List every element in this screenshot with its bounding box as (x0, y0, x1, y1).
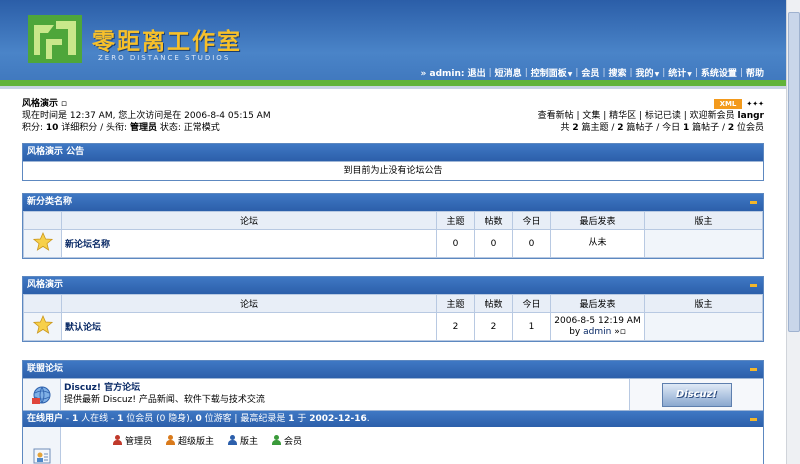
column-header (23, 211, 62, 230)
column-header: 今日 (512, 294, 551, 313)
alliance-icon-cell (23, 379, 61, 410)
alliance-title: 联盟论坛 (23, 361, 763, 378)
board-stats-text: 共 2 篇主题 / 2 篇帖子 / 今日 1 篇帖子 / 2 位会员 (560, 123, 764, 133)
alliance-box: 联盟论坛 Discuz! 官方论坛 提供最新 Discuz! 产品新闻、软件下载… (22, 360, 764, 464)
header-gray-stripe (0, 86, 800, 89)
column-header: 版主 (644, 294, 763, 313)
top-navigation: » admin: 退出 | 短消息 | 控制面板▼ | 会员 | 搜索 | 我的▼ | 统计… (420, 66, 764, 80)
forum-moderator (644, 229, 763, 258)
admin-user-icon (113, 435, 122, 445)
caret-down-icon: ▼ (687, 71, 692, 78)
stars-icon: ✦✦✦ (746, 100, 764, 108)
nav-control-panel[interactable]: 控制面板▼ (531, 66, 573, 79)
forum-topics: 0 (436, 229, 475, 258)
alliance-forum-link[interactable]: Discuz! 官方论坛 (64, 382, 626, 394)
column-header: 最后发表 (550, 294, 645, 313)
site-header: 零距离工作室 ZERO DISTANCE STUDIOS » admin: 退出… (0, 0, 800, 88)
forum-name-link[interactable]: 新论坛名称 (61, 229, 437, 258)
logo-english-subtitle: ZERO DISTANCE STUDIOS (98, 54, 231, 62)
alliance-row: Discuz! 官方论坛 提供最新 Discuz! 产品新闻、软件下载与技术交流… (23, 378, 763, 410)
logo-chinese-title: 零距离工作室 (92, 29, 242, 55)
super-moderator-user-icon (166, 435, 176, 445)
nav-settings[interactable]: 系统设置 (701, 66, 737, 79)
column-header: 最后发表 (550, 211, 645, 230)
legend-super-moderator: 超级版主 (166, 434, 214, 447)
last-post-user[interactable]: admin (583, 327, 611, 337)
legend-member: 会员 (272, 434, 302, 447)
nav-help[interactable]: 帮助 (746, 66, 764, 79)
last-post-time[interactable]: 2006-8-5 12:19 AM (551, 316, 644, 327)
forum-status-cell (23, 312, 62, 341)
alliance-logo-cell: Discuz! (629, 379, 763, 410)
moderator-user-icon (228, 435, 238, 445)
column-header: 论坛 (61, 294, 437, 313)
forum-name-link[interactable]: 默认论坛 (61, 312, 437, 341)
user-status-text: 积分: 10 详细积分 / 头衔: 管理员 状态: 正常模式 (22, 123, 220, 133)
column-header: 帖数 (474, 294, 513, 313)
forum-topics: 2 (436, 312, 475, 341)
column-header: 版主 (644, 211, 763, 230)
caret-down-icon: ▼ (567, 71, 573, 78)
forum-last-post: 2006-8-5 12:19 AM by admin »▫ (550, 312, 645, 341)
legend-moderator: 版主 (228, 434, 258, 447)
forum-today: 0 (512, 229, 551, 258)
forum-today: 1 (512, 312, 551, 341)
user-group-legend: 管理员 超级版主 版主 会员 (61, 427, 302, 447)
discuz-logo[interactable]: Discuz! (661, 382, 732, 407)
logo-mark-icon (28, 15, 82, 63)
online-users-icon (33, 448, 50, 464)
column-header: 帖数 (474, 211, 513, 230)
vertical-scrollbar[interactable] (786, 0, 800, 464)
caret-down-icon: ▼ (654, 71, 660, 78)
star-icon (32, 232, 53, 251)
alliance-text: Discuz! 官方论坛 提供最新 Discuz! 产品新闻、软件下载与技术交流 (61, 379, 629, 410)
online-users-header: 在线用户 - 1 人在线 - 1 位会员 (0 隐身), 0 位游客 | 最高纪… (23, 410, 763, 427)
column-header: 论坛 (61, 211, 437, 230)
category-style-demo: 风格演示 论坛 主题 帖数 今日 最后发表 版主 默认论坛 2 2 1 2006… (22, 276, 764, 342)
collapse-icon[interactable] (750, 418, 757, 421)
forum-moderator (644, 312, 763, 341)
info-area: 风格演示 ▫ XML ✦✦✦ 现在时间是 12:37 AM, 您上次访问是在 20… (22, 98, 764, 134)
star-icon (32, 315, 53, 334)
quick-links[interactable]: 查看新帖 | 文集 | 精华区 | 标记已读 | 欢迎新会员 (538, 111, 735, 121)
forum-posts: 2 (474, 312, 513, 341)
category-new: 新分类名称 论坛 主题 帖数 今日 最后发表 版主 新论坛名称 0 0 0 从未 (22, 193, 764, 259)
online-users-body: 管理员 超级版主 版主 会员 (23, 427, 763, 464)
go-to-post-icon[interactable]: »▫ (614, 327, 626, 337)
collapse-icon[interactable] (750, 368, 757, 371)
visit-time-text: 现在时间是 12:37 AM, 您上次访问是在 2006-8-4 05:15 A… (22, 111, 271, 121)
announcement-box: 风格演示 公告 到目前为止没有论坛公告 (22, 143, 764, 181)
column-header: 主题 (436, 211, 475, 230)
alliance-description: 提供最新 Discuz! 产品新闻、软件下载与技术交流 (64, 395, 265, 405)
forum-last-post: 从未 (550, 229, 645, 258)
online-icon-cell (23, 427, 61, 464)
legend-admin: 管理员 (113, 434, 152, 447)
globe-link-icon (31, 386, 50, 404)
column-header: 主题 (436, 294, 475, 313)
nav-logout[interactable]: » admin: 退出 (421, 66, 486, 79)
table-row: 新论坛名称 0 0 0 从未 (23, 229, 763, 258)
nav-search[interactable]: 搜索 (608, 66, 626, 79)
xml-feed-button[interactable]: XML (713, 98, 743, 109)
nav-stats[interactable]: 统计▼ (668, 66, 692, 79)
collapse-icon[interactable] (750, 201, 757, 204)
announcement-title: 风格演示 公告 (23, 144, 763, 161)
column-header (23, 294, 62, 313)
category-title: 新分类名称 (23, 194, 763, 211)
forum-posts: 0 (474, 229, 513, 258)
collapse-icon[interactable] (750, 284, 757, 287)
breadcrumb[interactable]: 风格演示 ▫ (22, 98, 67, 110)
announcement-body: 到目前为止没有论坛公告 (23, 161, 763, 180)
column-header: 今日 (512, 211, 551, 230)
nav-messages[interactable]: 短消息 (495, 66, 522, 79)
table-row: 默认论坛 2 2 1 2006-8-5 12:19 AM by admin »▫ (23, 312, 763, 341)
forum-status-cell (23, 229, 62, 258)
nav-members[interactable]: 会员 (581, 66, 599, 79)
member-user-icon (272, 435, 282, 445)
nav-mine[interactable]: 我的▼ (636, 66, 660, 79)
scrollbar-thumb[interactable] (788, 12, 800, 332)
new-member-link[interactable]: langr (738, 111, 764, 121)
category-title: 风格演示 (23, 277, 763, 294)
